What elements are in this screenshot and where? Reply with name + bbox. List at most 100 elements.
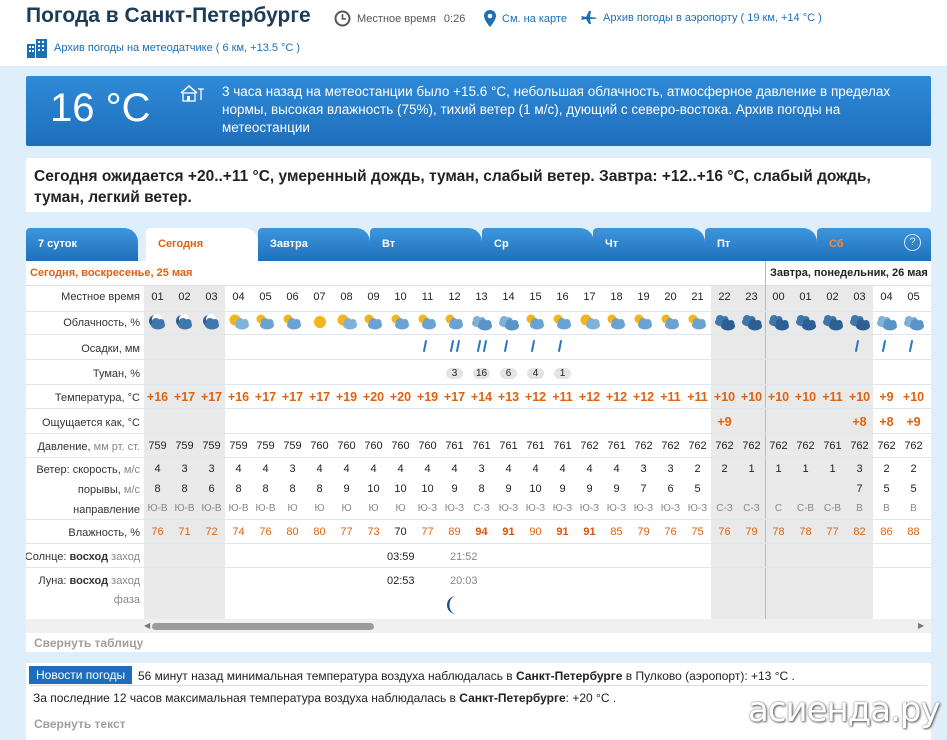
wind-direction-value: С-З: [716, 503, 733, 514]
wind-gust-value: 8: [316, 483, 323, 495]
collapse-text-link[interactable]: Свернуть текст: [34, 717, 126, 731]
temperature-value: +16: [227, 390, 250, 404]
cloud-cell: [495, 312, 522, 335]
clouds-icon: [903, 316, 924, 331]
tab-fri[interactable]: Пт: [705, 228, 817, 262]
cloud-cell: [900, 312, 927, 335]
map-link-label[interactable]: См. на карте: [502, 13, 567, 25]
tab-label: Пт: [717, 238, 731, 250]
station-archive-label[interactable]: Архив погоды на метеодатчике ( 6 км, +13…: [54, 42, 300, 54]
airport-archive-link[interactable]: Архив погоды в аэропорту ( 19 км, +14 °C…: [580, 10, 822, 25]
tab-7-days[interactable]: 7 суток: [26, 228, 138, 262]
temperature-value: +12: [605, 390, 628, 404]
wind-speed-value: 2: [721, 463, 728, 475]
wind-gust-value: 5: [694, 483, 701, 495]
wind-speed-value: 1: [802, 463, 809, 475]
hour-column: 15 4 +12 761 4 10 Ю-З 90: [522, 286, 549, 619]
local-time-value: 0:26: [443, 12, 466, 25]
wind-direction-value: Ю-З: [498, 503, 519, 514]
hour-column: 21 +11 762 2 5 Ю-З 75: [684, 286, 711, 619]
airplane-icon: [581, 11, 597, 24]
pressure-value: 759: [283, 440, 302, 452]
wind-gust-value: 8: [154, 483, 161, 495]
wind-direction-value: Ю: [368, 503, 379, 514]
temperature-value: +19: [335, 390, 358, 404]
hour-label: 15: [529, 291, 542, 303]
pressure-value: 762: [688, 440, 707, 452]
temperature-value: +10: [794, 390, 817, 404]
hour-label: 04: [880, 291, 893, 303]
pressure-value: 762: [877, 440, 896, 452]
airport-archive-label[interactable]: Архив погоды в аэропорту ( 19 км, +14 °C…: [603, 12, 822, 24]
hour-label: 03: [205, 291, 218, 303]
wind-direction-value: В: [883, 503, 890, 514]
page-header: Погода в Санкт-Петербурге Местное время …: [0, 0, 947, 66]
wind-speed-value: 4: [235, 463, 242, 475]
label-cloud: Облачность, %: [63, 317, 140, 329]
clouds-icon: [876, 316, 897, 331]
hour-label: 09: [367, 291, 380, 303]
humidity-value: 76: [664, 526, 677, 538]
scroll-thumb[interactable]: [152, 623, 374, 630]
night-partly-icon: [175, 314, 192, 330]
label-fog: Туман, %: [92, 368, 140, 380]
map-link[interactable]: См. на карте: [484, 10, 567, 27]
label-wind-main: Ветер: скорость,: [36, 464, 121, 476]
help-icon[interactable]: ?: [904, 234, 921, 251]
tab-sat[interactable]: Сб ?: [817, 228, 931, 262]
hour-column: 12 3 +17 761 4 9 Ю-З 89: [441, 286, 468, 619]
tab-label: Ср: [494, 238, 509, 250]
humidity-value: 77: [340, 526, 353, 538]
cloud-sun-icon: [256, 314, 274, 330]
station-archive-link[interactable]: Архив погоды на метеодатчике ( 6 км, +13…: [26, 38, 300, 58]
fog-cell: 4: [522, 367, 549, 379]
humidity-value: 82: [853, 526, 866, 538]
pressure-value: 762: [850, 440, 869, 452]
today-date: Сегодня, воскресенье, 25 мая: [30, 267, 193, 279]
temperature-value: +10: [767, 390, 790, 404]
scroll-right-arrow-icon[interactable]: ▶: [918, 621, 924, 630]
cloud-cell: [306, 312, 333, 335]
sunset-time: 21:52: [450, 551, 478, 563]
cloud-sun-icon: [391, 314, 409, 330]
label-phase-text: фаза: [113, 594, 140, 606]
temperature-value: +16: [146, 390, 169, 404]
local-time-label: Местное время: [357, 12, 436, 25]
hour-label: 16: [556, 291, 569, 303]
tab-wed[interactable]: Ср: [482, 228, 594, 262]
tab-tue[interactable]: Вт: [370, 228, 482, 262]
rain-drops-icon: [449, 340, 460, 352]
cloud-sun-icon: [607, 314, 625, 330]
wind-speed-value: 3: [667, 463, 674, 475]
wind-speed-value: 4: [262, 463, 269, 475]
hour-label: 08: [340, 291, 353, 303]
tab-thu[interactable]: Чт: [593, 228, 705, 262]
humidity-value: 73: [367, 526, 380, 538]
humidity-value: 79: [745, 526, 758, 538]
humidity-value: 77: [421, 526, 434, 538]
fog-cell: 16: [468, 367, 495, 379]
humidity-value: 91: [502, 526, 515, 538]
wind-speed-value: 2: [694, 463, 701, 475]
temperature-value: +17: [308, 390, 331, 404]
hourly-grid: 01 +16 759 4 8 Ю-В 76 02 +17 759 3 8 Ю-В 71 03 +17 759 3 6…: [144, 286, 931, 619]
precip-cell: [414, 339, 441, 358]
wind-direction-value: С-В: [823, 503, 842, 514]
fog-value: 3: [446, 368, 463, 379]
wind-gust-value: 10: [394, 483, 407, 495]
tab-today[interactable]: Сегодня: [146, 228, 258, 262]
pressure-value: 759: [175, 440, 194, 452]
collapse-table-link[interactable]: Свернуть таблицу: [34, 636, 143, 650]
hour-label: 22: [718, 291, 731, 303]
sun-cloud-icon: [229, 314, 249, 330]
wind-speed-value: 3: [856, 463, 863, 475]
hour-label: 05: [259, 291, 272, 303]
hour-label: 20: [664, 291, 677, 303]
hour-column: 05 +10 +9 762 2 5 В 88: [900, 286, 927, 619]
tab-tomorrow[interactable]: Завтра: [258, 228, 370, 262]
news-line-1-a: 56 минут назад минимальная температура в…: [138, 669, 516, 683]
label-humidity: Влажность, %: [68, 527, 140, 539]
table-scrollbar[interactable]: ◀ ▶: [26, 619, 931, 633]
scroll-left-arrow-icon[interactable]: ◀: [144, 621, 150, 630]
wind-direction-value: Ю-В: [147, 503, 168, 514]
